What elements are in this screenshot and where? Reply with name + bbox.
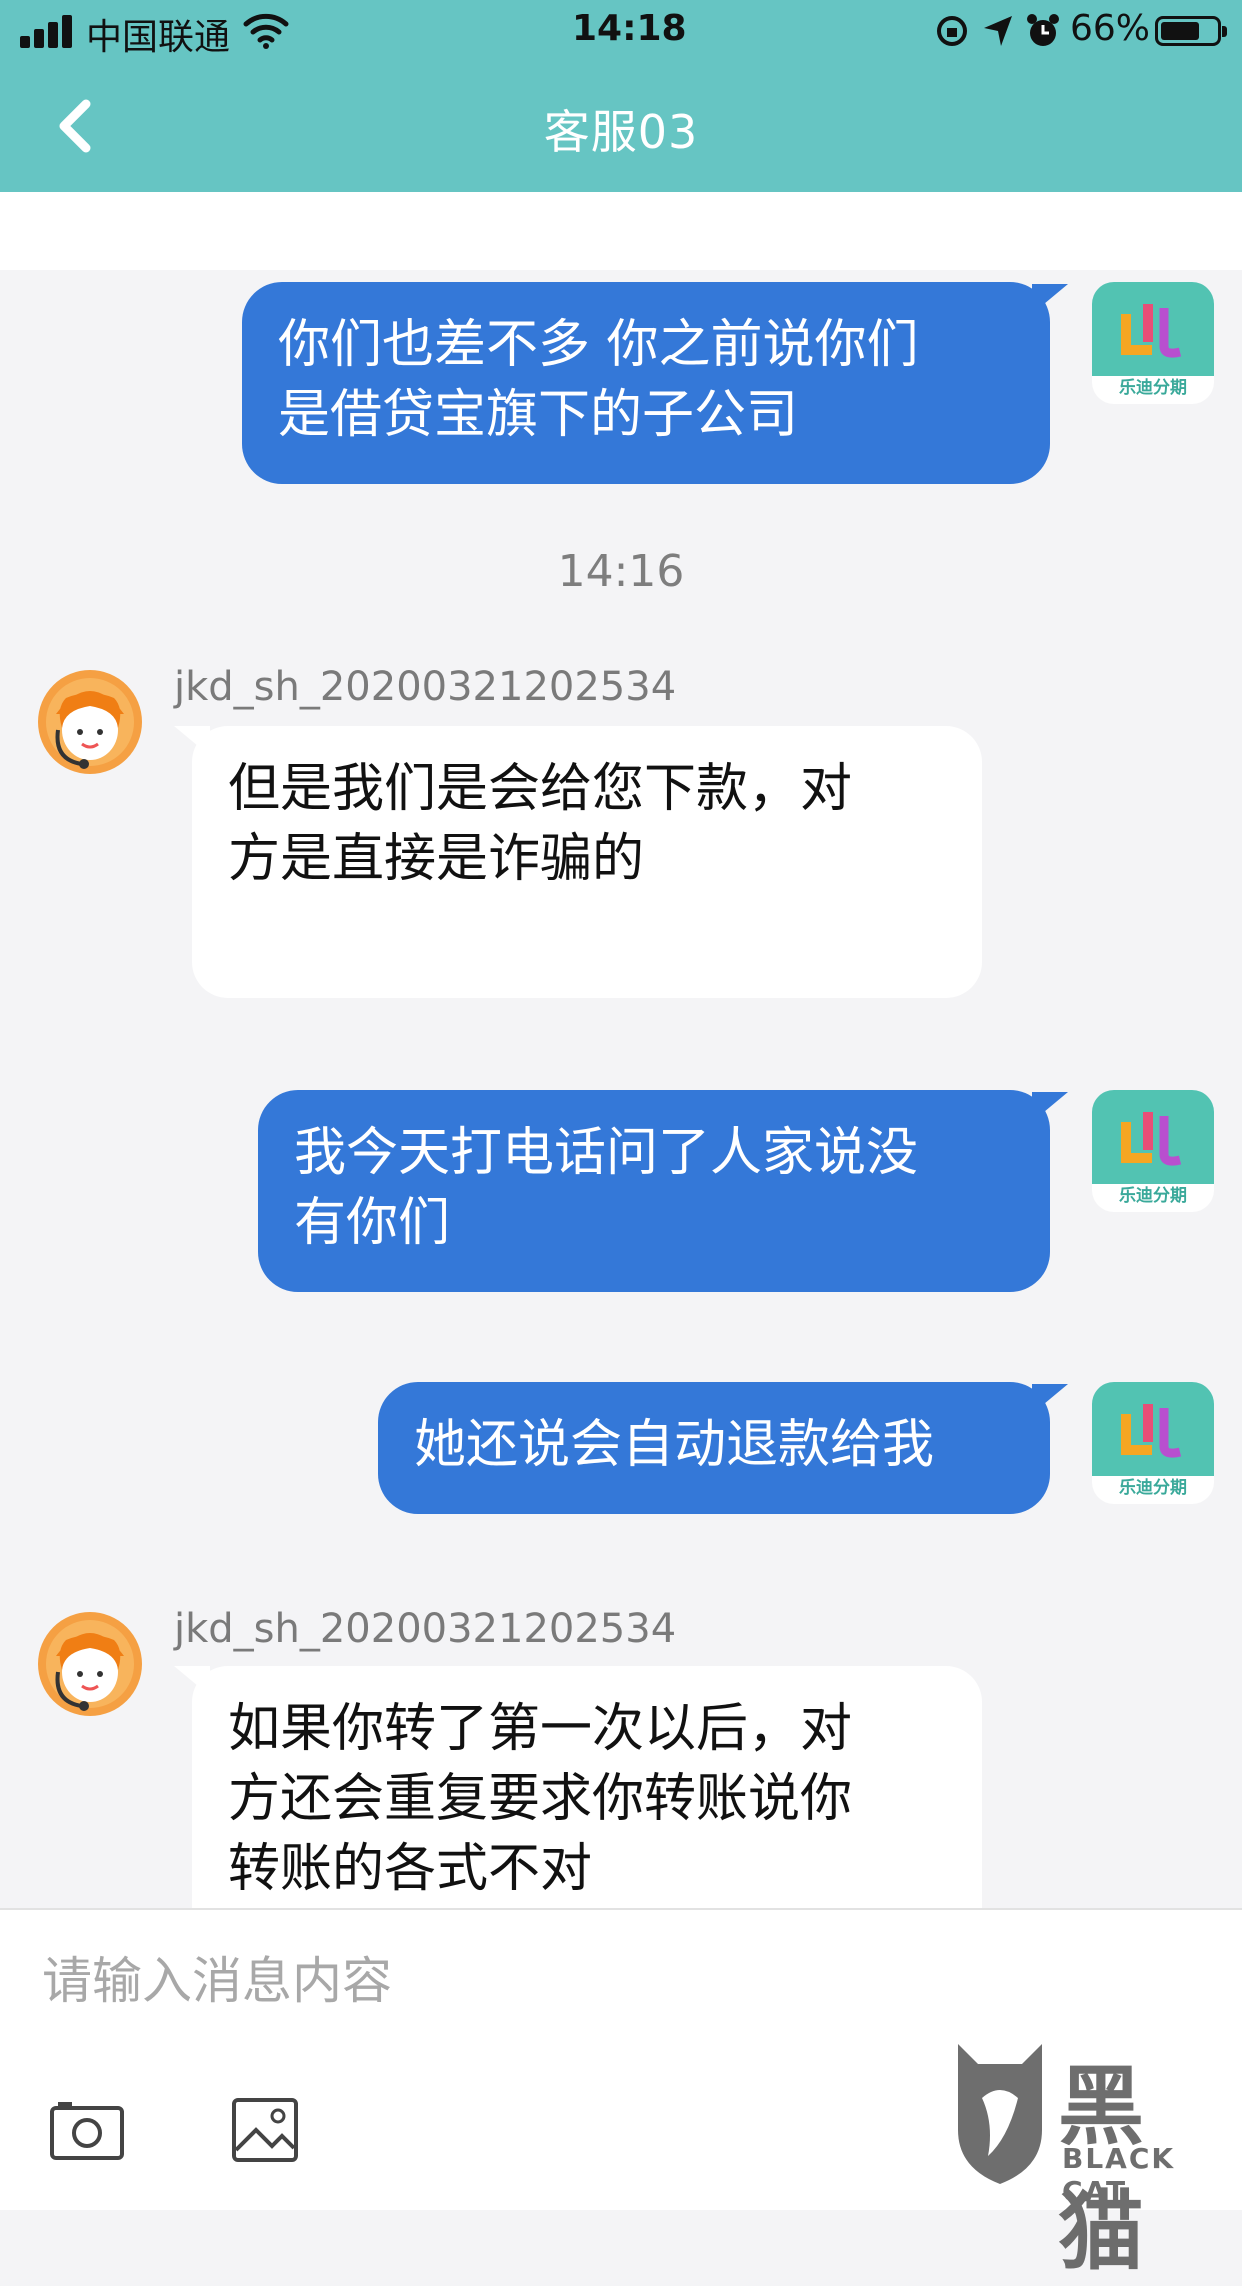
app-header: 中国联通 14:18 66% 客服03	[0, 0, 1242, 192]
sender-name: jkd_sh_20200321202534	[174, 1606, 677, 1652]
wifi-icon	[243, 13, 289, 49]
message-bubble-outgoing[interactable]: 你们也差不多 你之前说你们 是借贷宝旗下的子公司	[242, 282, 1050, 484]
battery-percent: 66%	[1070, 8, 1151, 49]
message-bubble-outgoing[interactable]: 她还说会自动退款给我	[378, 1382, 1050, 1514]
message-composer: 黑猫 BLACK CAT	[0, 1908, 1242, 2282]
user-avatar[interactable]: 乐迪分期	[1092, 1382, 1214, 1504]
agent-avatar[interactable]	[36, 1610, 144, 1718]
black-cat-logo-icon	[958, 2044, 1042, 2184]
carrier-label: 中国联通	[86, 17, 231, 58]
message-bubble-outgoing[interactable]: 我今天打电话问了人家说没 有你们	[258, 1090, 1050, 1292]
image-icon[interactable]	[232, 2098, 298, 2162]
rotation-lock-icon	[937, 16, 967, 46]
clock: 14:18	[572, 8, 687, 49]
app-logo-icon	[1121, 1112, 1182, 1166]
message-input[interactable]	[40, 1930, 944, 2032]
message-bubble-incoming[interactable]: 但是我们是会给您下款，对 方是直接是诈骗的	[192, 726, 982, 998]
user-avatar[interactable]: 乐迪分期	[1092, 1090, 1214, 1212]
app-logo-icon	[1121, 1404, 1182, 1458]
location-icon	[984, 16, 1012, 46]
sender-name: jkd_sh_20200321202534	[174, 664, 677, 710]
app-avatar-caption: 乐迪分期	[1119, 1478, 1187, 1498]
app-logo-icon	[1121, 304, 1182, 358]
camera-icon[interactable]	[50, 2100, 124, 2160]
watermark: 黑猫 BLACK CAT	[948, 2030, 1228, 2282]
agent-avatar[interactable]	[36, 668, 144, 776]
bubble-tail	[174, 726, 210, 756]
status-bar: 中国联通 14:18 66%	[0, 0, 1242, 62]
app-avatar-caption: 乐迪分期	[1119, 1186, 1187, 1206]
battery-icon	[1155, 16, 1227, 46]
signal-icon	[20, 14, 74, 48]
page-title: 客服03	[543, 105, 699, 159]
bubble-tail	[174, 1666, 210, 1696]
app-avatar-caption: 乐迪分期	[1119, 378, 1187, 398]
alarm-icon	[1027, 14, 1059, 46]
watermark-subtext: BLACK CAT	[1062, 2142, 1176, 2208]
header-divider	[0, 192, 1242, 270]
chat-timestamp: 14:16	[557, 546, 685, 597]
user-avatar[interactable]: 乐迪分期	[1092, 282, 1214, 404]
